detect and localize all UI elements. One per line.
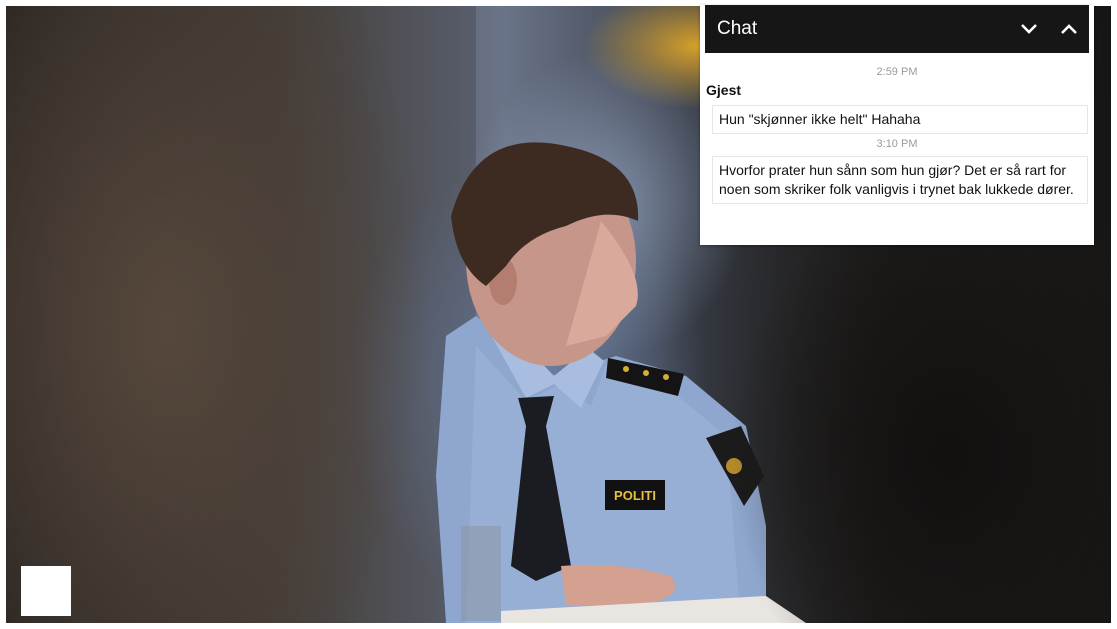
chat-expand-button[interactable] [1049, 5, 1089, 53]
chat-title: Chat [717, 18, 758, 39]
white-square-button[interactable] [21, 566, 71, 616]
chat-panel: Chat 2:59 PM Gjest Hun "skjønner ikke he… [700, 5, 1094, 245]
chat-collapse-button[interactable] [1009, 5, 1049, 53]
politi-badge-text: POLITI [614, 488, 656, 503]
message-author: Gjest [706, 82, 742, 98]
chat-messages: 2:59 PM Gjest Hun "skjønner ikke helt" H… [700, 65, 1094, 204]
chat-message: Hvorfor prater hun sånn som hun gjør? De… [712, 156, 1088, 204]
chat-message: Hun "skjønner ikke helt" Hahaha [712, 105, 1088, 134]
foreground-blur-right [731, 236, 1111, 623]
message-timestamp: 3:10 PM [876, 138, 918, 150]
chevron-up-icon [1061, 24, 1077, 34]
chat-header: Chat [705, 5, 1089, 53]
message-timestamp: 2:59 PM [876, 66, 918, 78]
chevron-down-icon [1021, 24, 1037, 34]
